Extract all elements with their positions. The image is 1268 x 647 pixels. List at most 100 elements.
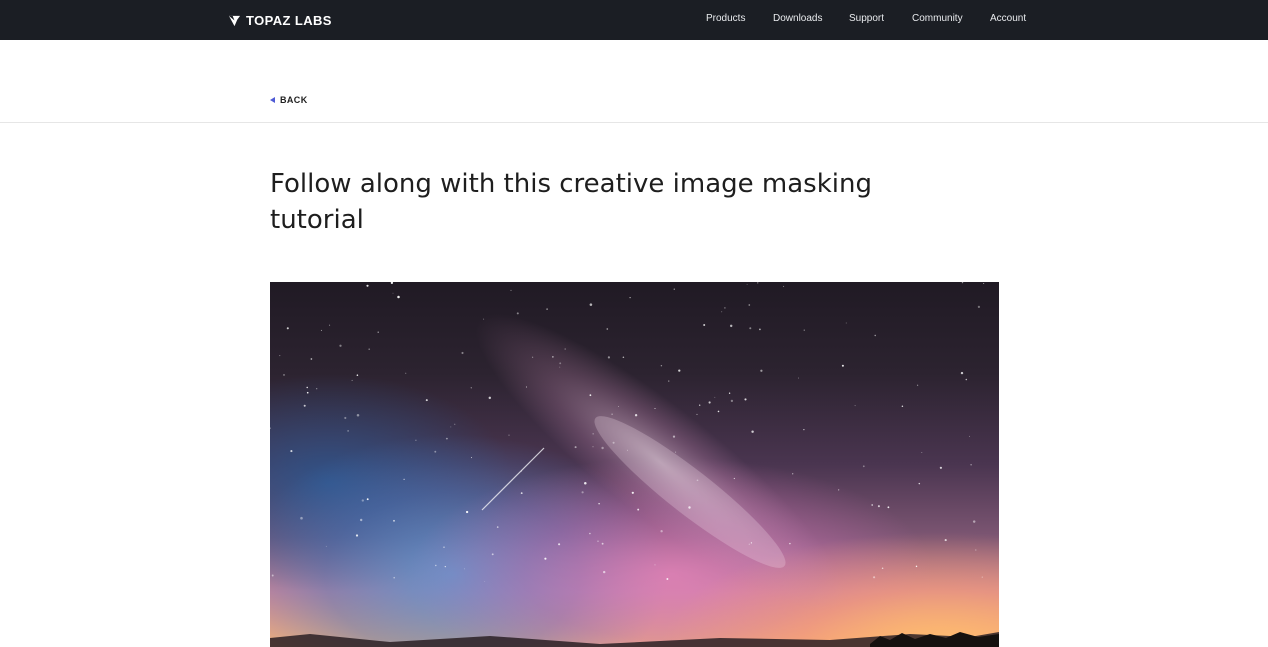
star: [496, 526, 499, 528]
star: [660, 530, 663, 533]
star: [405, 372, 407, 374]
star: [845, 322, 847, 324]
star: [366, 498, 369, 501]
star: [601, 542, 604, 545]
star: [516, 312, 519, 315]
star: [918, 482, 921, 485]
star: [746, 283, 748, 285]
star: [871, 504, 874, 506]
star: [688, 506, 691, 509]
star: [654, 564, 656, 566]
star: [757, 282, 759, 284]
star: [921, 452, 923, 453]
star: [601, 446, 604, 450]
nav-account[interactable]: Account: [990, 13, 1026, 24]
star: [347, 430, 349, 432]
star: [744, 398, 747, 401]
star: [552, 356, 554, 358]
star: [564, 348, 566, 350]
star: [271, 574, 274, 577]
star: [622, 356, 625, 358]
star: [339, 344, 342, 347]
star: [637, 508, 640, 511]
star: [589, 303, 593, 306]
star: [434, 450, 437, 453]
star: [377, 331, 379, 333]
star: [673, 288, 675, 290]
star: [748, 304, 751, 306]
star: [887, 506, 890, 509]
star: [703, 323, 706, 327]
star: [612, 441, 615, 444]
star: [748, 543, 750, 545]
star: [306, 386, 308, 389]
star: [316, 388, 318, 390]
star: [461, 351, 464, 355]
star: [841, 364, 844, 367]
star: [397, 295, 400, 299]
star: [589, 394, 592, 397]
star: [789, 542, 791, 545]
star: [729, 324, 733, 328]
star: [559, 366, 561, 368]
star: [510, 289, 512, 291]
star: [559, 362, 562, 365]
star: [983, 283, 985, 284]
star: [854, 405, 856, 407]
star: [792, 473, 794, 475]
star: [751, 430, 754, 433]
star: [721, 311, 723, 313]
star: [546, 308, 548, 310]
star: [977, 305, 981, 309]
star: [368, 348, 371, 351]
star: [981, 576, 983, 578]
star: [508, 434, 510, 436]
brand-logo[interactable]: TOPAZ LABS: [228, 0, 332, 40]
star: [520, 492, 523, 494]
star: [325, 545, 327, 547]
star: [728, 392, 731, 394]
star: [965, 378, 968, 381]
star: [724, 307, 726, 309]
back-link[interactable]: BACK: [270, 95, 308, 105]
star: [668, 380, 670, 382]
nav-support[interactable]: Support: [849, 13, 884, 24]
nav-products[interactable]: Products: [706, 13, 745, 24]
star: [654, 407, 656, 410]
star: [797, 377, 799, 379]
star: [803, 428, 805, 431]
star: [717, 410, 720, 413]
star: [415, 439, 417, 441]
star: [403, 478, 405, 480]
star: [425, 399, 428, 402]
star: [531, 356, 534, 358]
star: [873, 576, 876, 579]
nav-community[interactable]: Community: [912, 13, 963, 24]
star: [627, 449, 628, 451]
nav-downloads[interactable]: Downloads: [773, 13, 822, 24]
star: [574, 446, 577, 449]
star: [975, 549, 977, 551]
star: [454, 423, 456, 425]
star: [598, 503, 600, 505]
star: [759, 328, 761, 331]
back-label: BACK: [280, 95, 308, 105]
star: [303, 404, 306, 407]
star: [972, 520, 976, 523]
star: [730, 399, 734, 403]
star: [450, 426, 452, 428]
star: [618, 405, 619, 407]
top-navigation-bar: TOPAZ LABS Products Downloads Support Co…: [0, 0, 1268, 40]
star: [916, 384, 919, 386]
star: [445, 437, 448, 440]
star: [696, 479, 699, 482]
star: [629, 296, 631, 299]
star: [749, 327, 752, 330]
star: [607, 356, 610, 359]
star: [390, 282, 394, 285]
star: [356, 374, 359, 376]
star: [392, 292, 394, 294]
star: [634, 414, 638, 417]
star: [862, 465, 865, 468]
star: [611, 413, 613, 415]
